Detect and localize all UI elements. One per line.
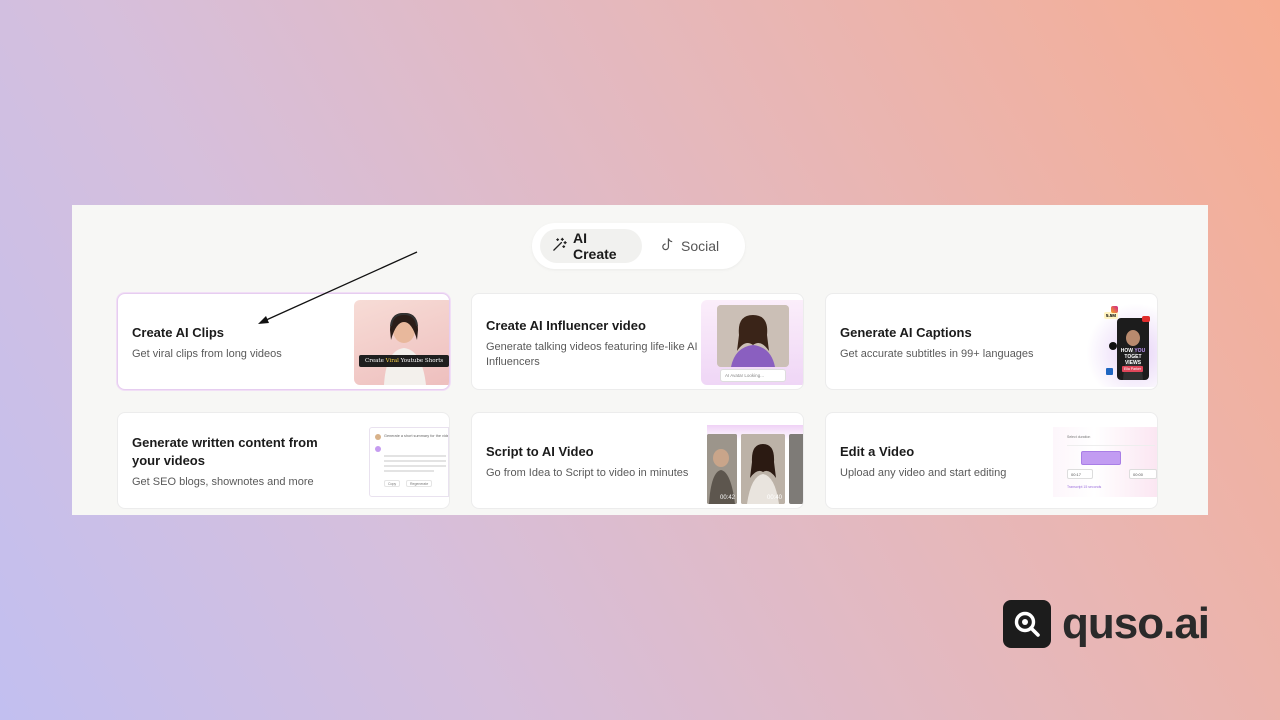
- tab-social[interactable]: Social: [648, 229, 731, 263]
- card-script-to-ai-video[interactable]: Script to AI Video Go from Idea to Scrip…: [471, 412, 804, 509]
- edit-video-thumbnail: Select duration 00:17 00:00 Transcript 1…: [1053, 427, 1157, 497]
- written-content-thumbnail: Generate a short summary for the video C…: [363, 427, 449, 497]
- tiktok-icon: [1109, 342, 1117, 350]
- card-title: Generate AI Captions: [840, 325, 972, 340]
- card-title: Generate written content from your video…: [132, 435, 318, 468]
- card-ai-influencer-video[interactable]: Create AI Influencer video Generate talk…: [471, 293, 804, 390]
- clip-caption: Create Viral Youtube Shorts: [359, 355, 449, 367]
- logo-wordmark: quso.ai: [1062, 599, 1210, 648]
- card-title: Create AI Clips: [132, 325, 224, 340]
- mode-tab-bar: AI Create Social: [532, 223, 745, 269]
- linkedin-icon: [1106, 368, 1113, 375]
- avatar-prompt-input: AI Avatar Looking...: [720, 369, 786, 382]
- tiktok-icon: [660, 237, 675, 255]
- card-description: Get viral clips from long videos: [132, 348, 282, 360]
- view-count-badge: 5.5M: [1104, 312, 1119, 319]
- tab-social-label: Social: [681, 238, 720, 254]
- script-video-thumbnail: 00:42 00:40: [707, 425, 803, 505]
- card-title: Create AI Influencer video: [486, 318, 646, 333]
- ai-create-panel: AI Create Social Create AI Clips Get vir…: [72, 205, 1208, 515]
- captions-thumbnail: HOW YOU TOGET VIEWS Ella Parker 5.5M: [1087, 302, 1157, 387]
- magic-wand-icon: [552, 237, 567, 255]
- card-description: Go from Idea to Script to video in minut…: [486, 467, 689, 479]
- tab-ai-create[interactable]: AI Create: [540, 229, 642, 263]
- card-generate-ai-captions[interactable]: Generate AI Captions Get accurate subtit…: [825, 293, 1158, 390]
- influencer-thumbnail: AI Avatar Looking...: [701, 300, 803, 385]
- card-title: Edit a Video: [840, 444, 915, 459]
- card-description: Upload any video and start editing: [840, 467, 1007, 479]
- instagram-icon: [1111, 306, 1118, 313]
- youtube-icon: [1142, 316, 1150, 322]
- card-edit-a-video[interactable]: Edit a Video Upload any video and start …: [825, 412, 1158, 509]
- card-description: Get SEO blogs, shownotes and more: [132, 476, 314, 488]
- quso-logo-icon: [1003, 600, 1051, 648]
- card-written-content[interactable]: Generate written content from your video…: [117, 412, 450, 509]
- card-description: Generate talking videos featuring life-l…: [486, 341, 698, 368]
- card-title: Script to AI Video: [486, 444, 594, 459]
- tab-ai-create-label: AI Create: [573, 230, 617, 262]
- card-create-ai-clips[interactable]: Create AI Clips Get viral clips from lon…: [117, 293, 450, 390]
- quso-logo: quso.ai: [1003, 599, 1210, 648]
- card-description: Get accurate subtitles in 99+ languages: [840, 348, 1034, 360]
- clip-thumbnail: Create Viral Youtube Shorts: [354, 300, 449, 385]
